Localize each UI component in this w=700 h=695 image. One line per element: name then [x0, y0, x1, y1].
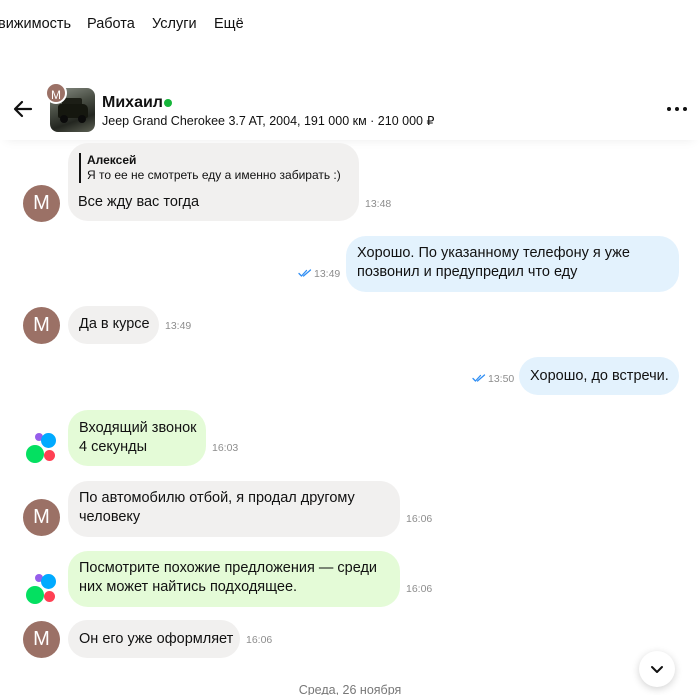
scroll-to-bottom-button[interactable] — [639, 651, 675, 687]
read-receipt-icon — [472, 374, 486, 382]
chat-header: М Михаил Jeep Grand Cherokee 3.7 AT, 200… — [0, 82, 700, 140]
message-bubble-incoming: Он его уже оформляет — [68, 620, 240, 658]
sender-avatar[interactable]: М — [23, 499, 60, 536]
nav-item-jobs[interactable]: Работа — [87, 16, 135, 32]
quote-text: Я то ее не смотреть еду а именно забират… — [87, 168, 341, 182]
message-bubble-outgoing: Хорошо. По указанному телефону я уже поз… — [346, 236, 679, 292]
message-time: 16:06 — [246, 634, 273, 646]
message-text: Хорошо, до встречи. — [530, 368, 669, 384]
online-status-icon — [164, 99, 172, 107]
message-time: 13:49 — [165, 320, 192, 332]
message-text: По автомобилю отбой, я продал другому че… — [79, 490, 355, 525]
message-text: Входящий звонок 4 секунды — [79, 420, 197, 455]
chevron-down-icon — [651, 666, 663, 673]
message-time: 13:48 — [365, 198, 392, 210]
top-navigation: вижимость Работа Услуги Ещё — [0, 0, 700, 50]
message-text: Да в курсе — [79, 316, 150, 332]
nav-item-more[interactable]: Ещё — [214, 16, 244, 32]
message-time: 13:50 — [488, 373, 515, 385]
message-bubble-incoming: Да в курсе — [68, 306, 159, 344]
message-bubble-outgoing: Хорошо, до встречи. — [519, 357, 679, 395]
date-separator: Среда, 26 ноября — [298, 683, 402, 695]
message-text: Хорошо. По указанному телефону я уже поз… — [357, 245, 630, 280]
sender-avatar[interactable]: М — [23, 621, 60, 658]
contact-name[interactable]: Михаил — [102, 94, 163, 112]
more-options-icon[interactable] — [666, 107, 688, 113]
listing-title[interactable]: Jeep Grand Cherokee 3.7 AT, 2004, 191 00… — [102, 113, 434, 128]
sender-avatar[interactable]: М — [23, 185, 60, 222]
message-text: Он его уже оформляет — [79, 631, 234, 647]
message-text: Все жду вас тогда — [78, 194, 200, 210]
message-bubble-incoming: Алексей Я то ее не смотреть еду а именно… — [68, 143, 359, 221]
call-notification-bubble: Входящий звонок 4 секунды — [68, 410, 206, 466]
system-bot-icon — [26, 574, 58, 606]
message-time: 16:03 — [212, 442, 239, 454]
system-bot-icon — [26, 433, 58, 465]
quote-author: Алексей — [87, 153, 137, 167]
sender-avatar[interactable]: М — [23, 307, 60, 344]
message-time: 13:49 — [314, 268, 341, 280]
read-receipt-icon — [298, 269, 312, 277]
quoted-message[interactable]: Алексей Я то ее не смотреть еду а именно… — [79, 153, 341, 183]
message-time: 16:06 — [406, 583, 433, 595]
back-arrow-icon[interactable] — [10, 96, 36, 122]
message-bubble-incoming: По автомобилю отбой, я продал другому че… — [68, 481, 400, 537]
message-text: Посмотрите похожие предложения — среди н… — [79, 560, 378, 595]
message-time: 16:06 — [406, 513, 433, 525]
contact-mini-avatar: М — [45, 82, 67, 104]
nav-item-services[interactable]: Услуги — [152, 16, 197, 32]
nav-item-real-estate[interactable]: вижимость — [0, 16, 71, 32]
similar-offers-bubble[interactable]: Посмотрите похожие предложения — среди н… — [68, 551, 400, 607]
